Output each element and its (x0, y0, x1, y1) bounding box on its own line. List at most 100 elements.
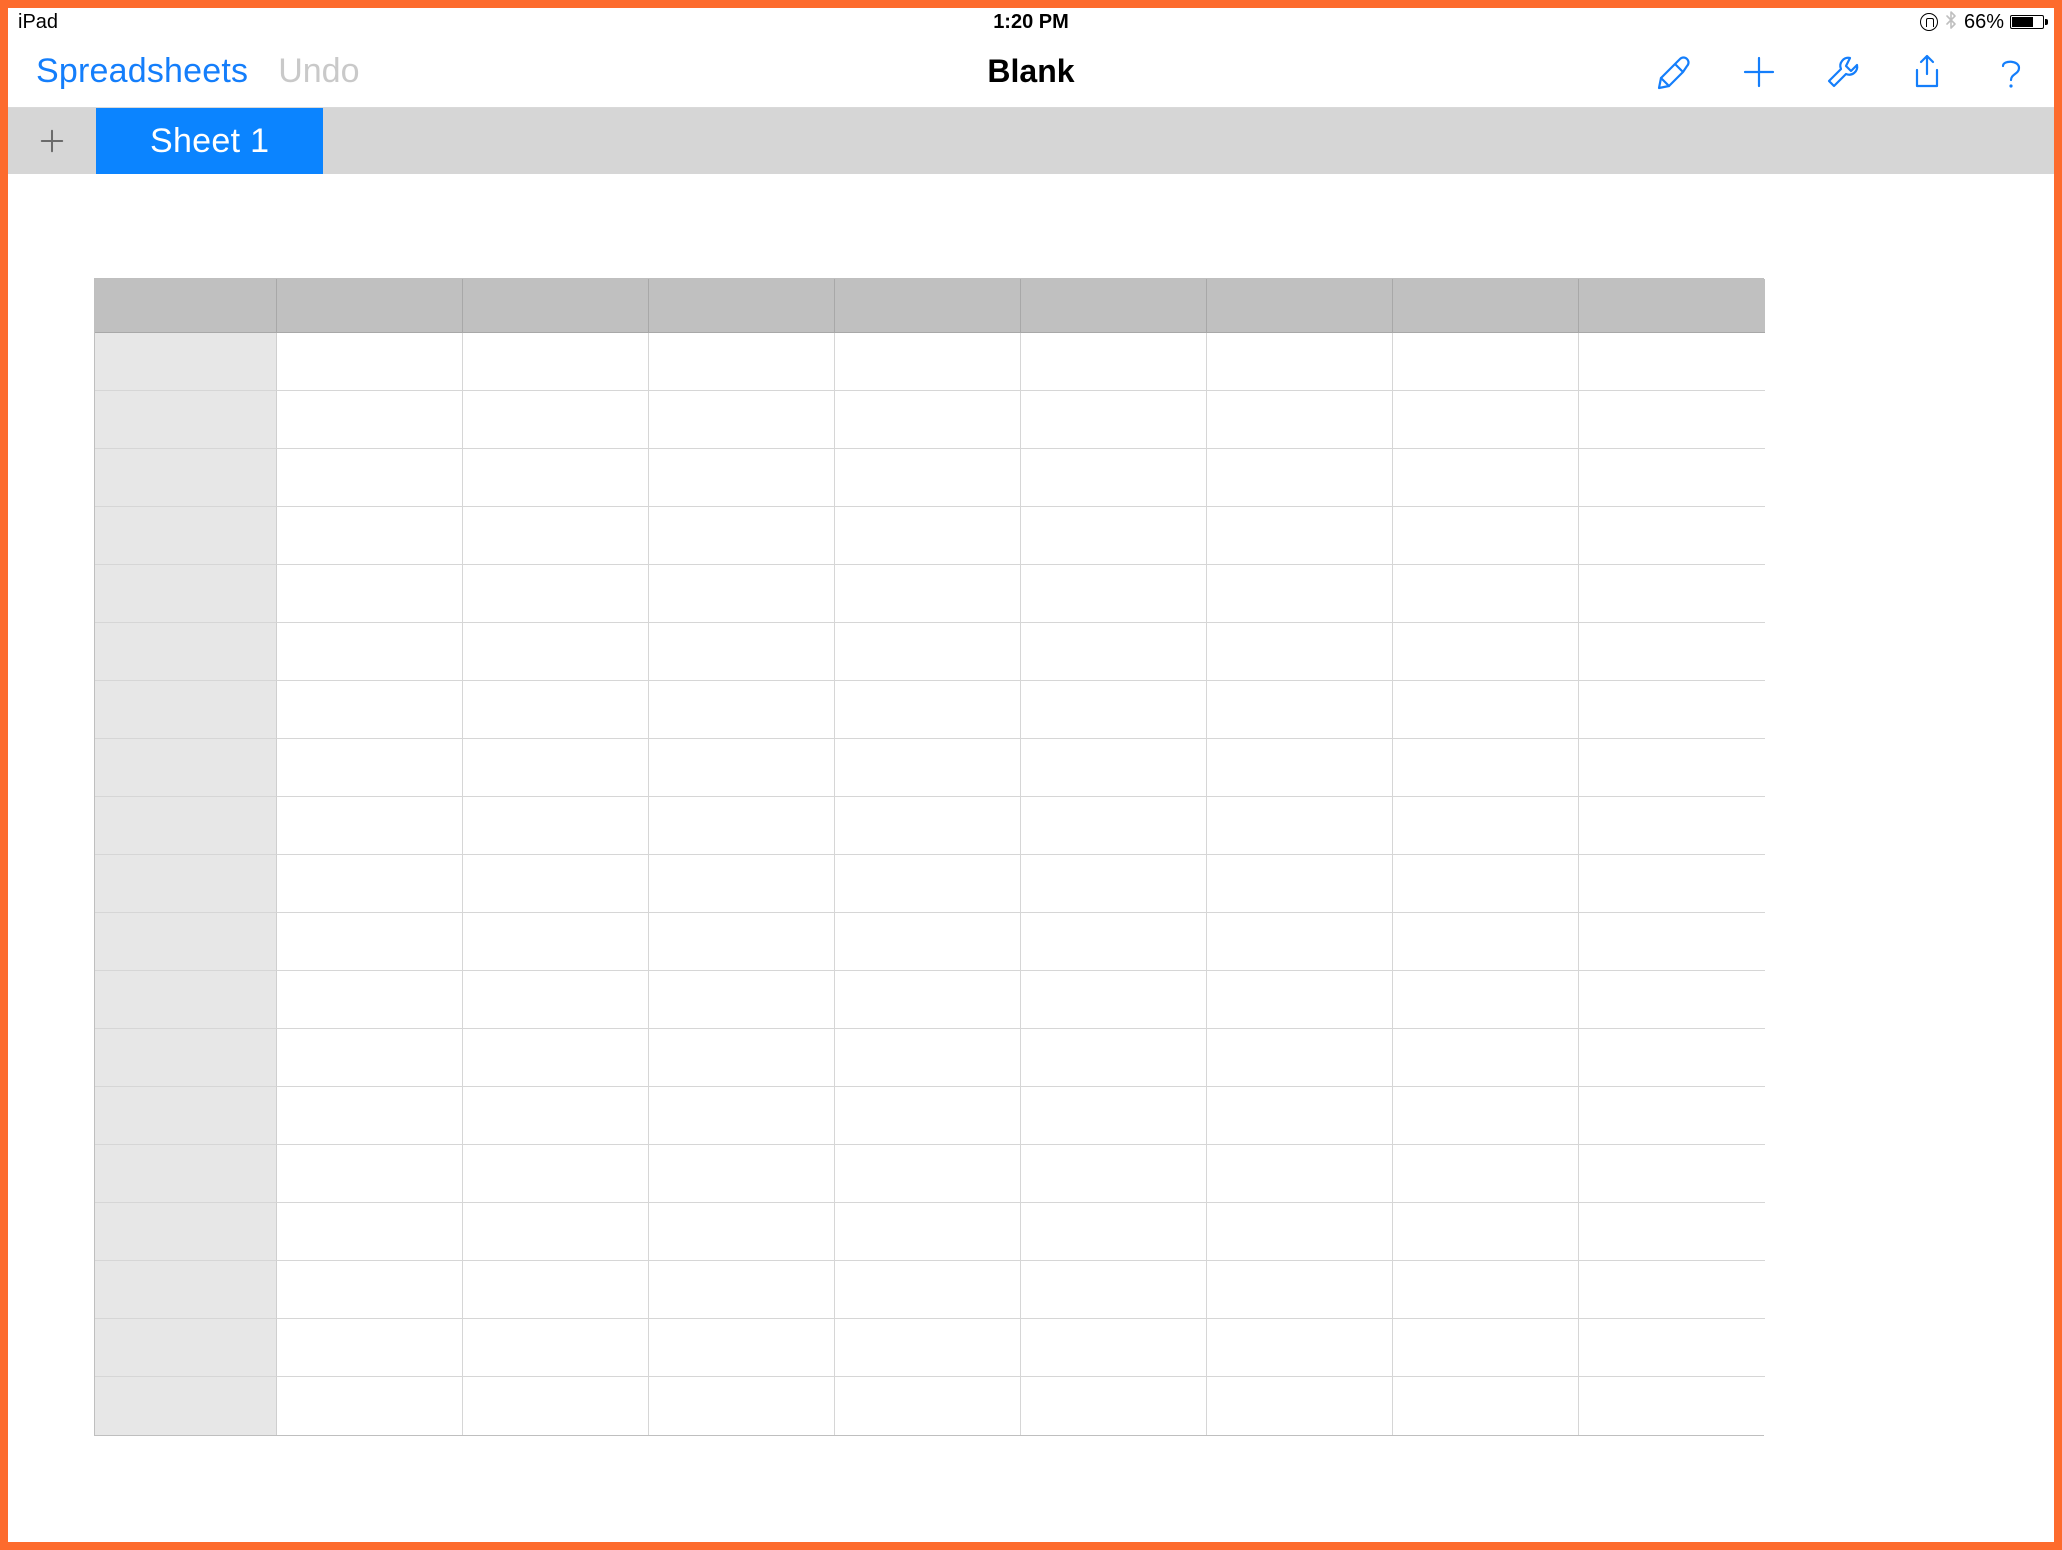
cell[interactable] (1207, 971, 1393, 1029)
cell[interactable] (463, 1377, 649, 1435)
cell[interactable] (277, 333, 463, 391)
wrench-icon[interactable] (1822, 51, 1864, 93)
cell[interactable] (463, 1145, 649, 1203)
cell[interactable] (1393, 971, 1579, 1029)
cell[interactable] (1579, 565, 1765, 623)
cell[interactable] (277, 797, 463, 855)
cell[interactable] (1579, 1029, 1765, 1087)
cell[interactable] (1021, 739, 1207, 797)
cell[interactable] (1579, 855, 1765, 913)
cell[interactable] (277, 855, 463, 913)
row-header[interactable] (95, 739, 277, 797)
cell[interactable] (835, 1087, 1021, 1145)
cell[interactable] (1207, 1087, 1393, 1145)
cell[interactable] (1393, 739, 1579, 797)
cell[interactable] (277, 1261, 463, 1319)
cell[interactable] (1393, 797, 1579, 855)
cell[interactable] (463, 1203, 649, 1261)
cell[interactable] (1207, 623, 1393, 681)
column-header[interactable] (277, 279, 463, 333)
row-header[interactable] (95, 1145, 277, 1203)
cell[interactable] (1021, 333, 1207, 391)
column-header[interactable] (835, 279, 1021, 333)
cell[interactable] (649, 623, 835, 681)
cell[interactable] (1207, 913, 1393, 971)
cell[interactable] (463, 449, 649, 507)
cell[interactable] (649, 507, 835, 565)
row-header[interactable] (95, 855, 277, 913)
back-button[interactable]: Spreadsheets (36, 52, 248, 91)
cell[interactable] (649, 1261, 835, 1319)
cell[interactable] (835, 449, 1021, 507)
cell[interactable] (649, 391, 835, 449)
cell[interactable] (1579, 681, 1765, 739)
cell[interactable] (1207, 1029, 1393, 1087)
cell[interactable] (835, 971, 1021, 1029)
cell[interactable] (835, 797, 1021, 855)
cell[interactable] (1393, 1261, 1579, 1319)
cell[interactable] (1207, 1319, 1393, 1377)
cell[interactable] (463, 391, 649, 449)
cell[interactable] (1207, 855, 1393, 913)
column-header[interactable] (1021, 279, 1207, 333)
column-header[interactable] (1393, 279, 1579, 333)
cell[interactable] (1207, 391, 1393, 449)
row-header[interactable] (95, 971, 277, 1029)
help-icon[interactable] (1990, 51, 2032, 93)
cell[interactable] (1579, 1087, 1765, 1145)
cell[interactable] (1207, 739, 1393, 797)
cell[interactable] (649, 797, 835, 855)
grid-corner-cell[interactable] (95, 279, 277, 333)
cell[interactable] (1207, 1377, 1393, 1435)
cell[interactable] (835, 565, 1021, 623)
cell[interactable] (835, 1319, 1021, 1377)
cell[interactable] (1579, 1261, 1765, 1319)
cell[interactable] (835, 623, 1021, 681)
cell[interactable] (835, 855, 1021, 913)
cell[interactable] (1021, 1087, 1207, 1145)
row-header[interactable] (95, 623, 277, 681)
cell[interactable] (1021, 1377, 1207, 1435)
cell[interactable] (277, 971, 463, 1029)
cell[interactable] (649, 1087, 835, 1145)
cell[interactable] (1021, 1203, 1207, 1261)
cell[interactable] (1579, 449, 1765, 507)
cell[interactable] (277, 1029, 463, 1087)
row-header[interactable] (95, 1319, 277, 1377)
cell[interactable] (835, 1203, 1021, 1261)
cell[interactable] (1393, 507, 1579, 565)
cell[interactable] (463, 333, 649, 391)
cell[interactable] (649, 1377, 835, 1435)
cell[interactable] (1021, 855, 1207, 913)
cell[interactable] (835, 681, 1021, 739)
cell[interactable] (649, 913, 835, 971)
cell[interactable] (1207, 1261, 1393, 1319)
cell[interactable] (1021, 507, 1207, 565)
cell[interactable] (1021, 1261, 1207, 1319)
column-header[interactable] (1579, 279, 1765, 333)
cell[interactable] (1021, 449, 1207, 507)
cell[interactable] (1393, 391, 1579, 449)
cell[interactable] (649, 333, 835, 391)
row-header[interactable] (95, 1029, 277, 1087)
cell[interactable] (835, 913, 1021, 971)
cell[interactable] (1393, 1087, 1579, 1145)
cell[interactable] (463, 971, 649, 1029)
cell[interactable] (277, 1377, 463, 1435)
row-header[interactable] (95, 1261, 277, 1319)
cell[interactable] (1021, 623, 1207, 681)
cell[interactable] (1393, 449, 1579, 507)
cell[interactable] (649, 1145, 835, 1203)
cell[interactable] (277, 913, 463, 971)
add-sheet-button[interactable] (8, 108, 96, 174)
cell[interactable] (1579, 797, 1765, 855)
cell[interactable] (649, 739, 835, 797)
cell[interactable] (835, 1377, 1021, 1435)
plus-icon[interactable] (1738, 51, 1780, 93)
spreadsheet-canvas[interactable] (16, 182, 2046, 1534)
cell[interactable] (277, 681, 463, 739)
cell[interactable] (1207, 449, 1393, 507)
row-header[interactable] (95, 1087, 277, 1145)
cell[interactable] (277, 1087, 463, 1145)
cell[interactable] (649, 971, 835, 1029)
